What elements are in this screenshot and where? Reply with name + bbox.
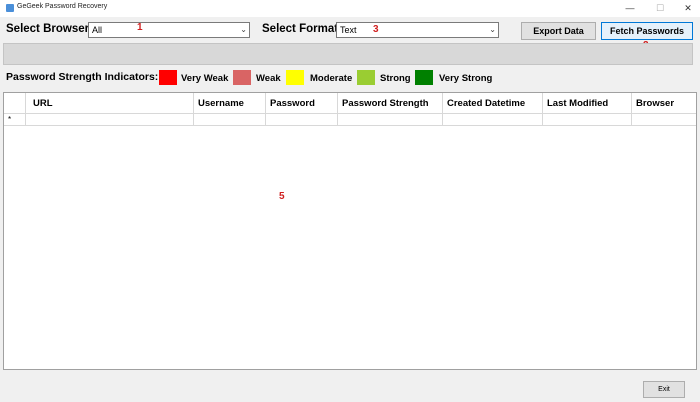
password-grid[interactable]: URL Username Password Password Strength … — [3, 92, 697, 370]
format-select-value: Text — [340, 25, 357, 35]
column-header-last-modified[interactable]: Last Modified — [543, 93, 632, 114]
close-button[interactable]: ✕ — [674, 0, 700, 17]
annotation-marker-1: 1 — [137, 22, 143, 33]
export-data-button[interactable]: Export Data — [521, 22, 596, 40]
legend-moderate: Moderate — [310, 73, 353, 84]
select-browser-label: Select Browser: — [6, 23, 93, 35]
format-select[interactable]: Text ⌄ — [336, 22, 499, 38]
strength-legend-label: Password Strength Indicators: — [6, 71, 159, 83]
swatch-weak — [233, 70, 251, 85]
column-header-created-datetime[interactable]: Created Datetime — [443, 93, 543, 114]
column-header-username[interactable]: Username — [194, 93, 266, 114]
grid-cell[interactable] — [338, 114, 443, 126]
legend-strong: Strong — [380, 73, 411, 84]
swatch-very-strong — [415, 70, 433, 85]
swatch-very-weak — [159, 70, 177, 85]
legend-weak: Weak — [256, 73, 281, 84]
column-header-password[interactable]: Password — [266, 93, 338, 114]
swatch-strong — [357, 70, 375, 85]
browser-select[interactable]: All ⌄ — [88, 22, 250, 38]
grid-cell[interactable] — [26, 114, 194, 126]
grid-cell[interactable] — [266, 114, 338, 126]
grid-cell[interactable] — [632, 114, 696, 126]
progress-bar — [3, 43, 693, 65]
grid-corner-header — [4, 93, 26, 114]
column-header-password-strength[interactable]: Password Strength — [338, 93, 443, 114]
column-header-browser[interactable]: Browser — [632, 93, 696, 114]
column-header-url[interactable]: URL — [26, 93, 194, 114]
select-format-label: Select Format: — [262, 23, 342, 35]
annotation-marker-3: 3 — [373, 24, 379, 35]
chevron-down-icon: ⌄ — [240, 25, 247, 34]
exit-button[interactable]: Exit — [643, 381, 685, 398]
minimize-button[interactable]: — — [616, 0, 644, 17]
new-row-marker[interactable]: * — [4, 114, 26, 126]
grid-cell[interactable] — [543, 114, 632, 126]
app-icon — [6, 4, 14, 12]
legend-very-strong: Very Strong — [439, 73, 493, 84]
annotation-marker-5: 5 — [279, 191, 285, 202]
title-bar: GeGeek Password Recovery — ☐ ✕ — [0, 0, 700, 17]
window-title: GeGeek Password Recovery — [17, 3, 108, 10]
grid-cell[interactable] — [194, 114, 266, 126]
browser-select-value: All — [92, 25, 103, 35]
grid-cell[interactable] — [443, 114, 543, 126]
legend-very-weak: Very Weak — [181, 73, 229, 84]
maximize-button[interactable]: ☐ — [646, 0, 674, 17]
fetch-passwords-button[interactable]: Fetch Passwords — [601, 22, 693, 40]
chevron-down-icon: ⌄ — [489, 25, 496, 34]
swatch-moderate — [286, 70, 304, 85]
